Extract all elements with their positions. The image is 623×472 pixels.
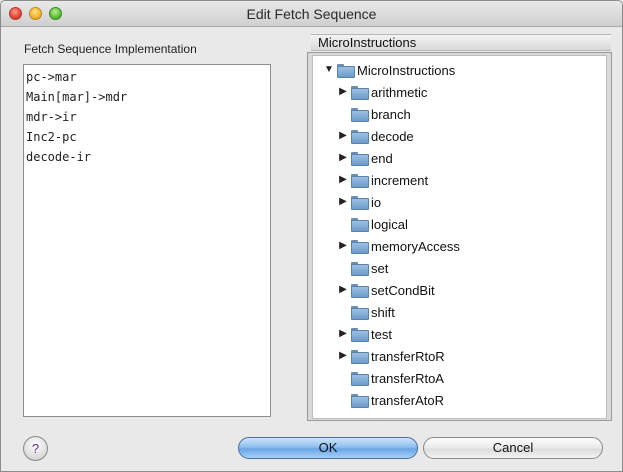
disclosure-triangle-collapsed-icon[interactable]: ▶ xyxy=(337,86,349,98)
tree-node[interactable]: ▶ memoryAccess xyxy=(337,235,460,257)
tree-node[interactable]: transferRtoA xyxy=(337,367,444,389)
microinstructions-header: MicroInstructions xyxy=(311,34,611,51)
folder-icon xyxy=(351,262,369,276)
list-item[interactable]: decode-ir xyxy=(25,147,269,167)
tree-node-label: memoryAccess xyxy=(371,238,460,254)
folder-icon xyxy=(351,372,369,386)
tree-node-label: branch xyxy=(371,106,411,122)
no-disclosure-spacer xyxy=(337,372,349,384)
tree-node-label: shift xyxy=(371,304,395,320)
no-disclosure-spacer xyxy=(337,218,349,230)
folder-icon xyxy=(351,196,369,210)
tree-node-label: arithmetic xyxy=(371,84,428,100)
tree-node-label: end xyxy=(371,150,393,166)
tree-node[interactable]: ▶ decode xyxy=(337,125,414,147)
tree-node[interactable]: ▶ setCondBit xyxy=(337,279,435,301)
help-button[interactable]: ? xyxy=(23,436,48,461)
cancel-button[interactable]: Cancel xyxy=(423,437,603,459)
folder-icon xyxy=(351,350,369,364)
disclosure-triangle-collapsed-icon[interactable]: ▶ xyxy=(337,130,349,142)
tree-node-label: test xyxy=(371,326,392,342)
folder-icon xyxy=(351,108,369,122)
tree-node-label: MicroInstructions xyxy=(357,62,456,78)
tree-node[interactable]: ▶ arithmetic xyxy=(337,81,427,103)
fetch-sequence-label: Fetch Sequence Implementation xyxy=(24,42,197,56)
fetch-sequence-list[interactable]: pc->mar Main[mar]->mdr mdr->ir Inc2-pc d… xyxy=(23,64,271,417)
folder-icon xyxy=(351,130,369,144)
list-item[interactable]: Main[mar]->mdr xyxy=(25,87,269,107)
microinstructions-tree[interactable]: ▼ MicroInstructions ▶ arithmetic branch ▶ de… xyxy=(312,55,607,419)
tree-node-label: setCondBit xyxy=(371,282,435,298)
tree-node-label: transferRtoR xyxy=(371,348,445,364)
list-item[interactable]: Inc2-pc xyxy=(25,127,269,147)
tree-root-node[interactable]: ▼ MicroInstructions xyxy=(323,59,455,81)
tree-node[interactable]: ▶ test xyxy=(337,323,392,345)
tree-node-label: io xyxy=(371,194,382,210)
disclosure-triangle-collapsed-icon[interactable]: ▶ xyxy=(337,284,349,296)
window-title: Edit Fetch Sequence xyxy=(246,6,377,22)
disclosure-triangle-collapsed-icon[interactable]: ▶ xyxy=(337,196,349,208)
list-item[interactable]: mdr->ir xyxy=(25,107,269,127)
folder-icon xyxy=(351,152,369,166)
folder-icon xyxy=(351,240,369,254)
folder-icon xyxy=(351,306,369,320)
list-item[interactable]: pc->mar xyxy=(25,67,269,87)
tree-node[interactable]: ▶ io xyxy=(337,191,381,213)
disclosure-triangle-collapsed-icon[interactable]: ▶ xyxy=(337,174,349,186)
disclosure-triangle-collapsed-icon[interactable]: ▶ xyxy=(337,328,349,340)
no-disclosure-spacer xyxy=(337,394,349,406)
folder-icon xyxy=(351,174,369,188)
folder-icon xyxy=(351,284,369,298)
tree-node-label: transferAtoR xyxy=(371,392,444,408)
tree-node[interactable]: shift xyxy=(337,301,395,323)
folder-icon xyxy=(351,86,369,100)
disclosure-triangle-expanded-icon[interactable]: ▼ xyxy=(323,64,335,76)
folder-icon xyxy=(351,394,369,408)
disclosure-triangle-collapsed-icon[interactable]: ▶ xyxy=(337,240,349,252)
tree-node[interactable]: branch xyxy=(337,103,411,125)
tree-node[interactable]: set xyxy=(337,257,388,279)
tree-node-label: increment xyxy=(371,172,429,188)
tree-node-label: set xyxy=(371,260,389,276)
tree-node[interactable]: ▶ end xyxy=(337,147,393,169)
tree-node[interactable]: ▶ transferRtoR xyxy=(337,345,445,367)
no-disclosure-spacer xyxy=(337,306,349,318)
dialog-window: Edit Fetch Sequence Fetch Sequence Imple… xyxy=(0,0,623,472)
tree-node-label: logical xyxy=(371,216,408,232)
tree-node[interactable]: ▶ increment xyxy=(337,169,428,191)
tree-node-label: decode xyxy=(371,128,414,144)
disclosure-triangle-collapsed-icon[interactable]: ▶ xyxy=(337,350,349,362)
no-disclosure-spacer xyxy=(337,262,349,274)
ok-button[interactable]: OK xyxy=(238,437,418,459)
disclosure-triangle-collapsed-icon[interactable]: ▶ xyxy=(337,152,349,164)
microinstructions-scroll-pane: ▼ MicroInstructions ▶ arithmetic branch ▶ de… xyxy=(307,52,612,421)
folder-icon xyxy=(337,64,355,78)
folder-icon xyxy=(351,328,369,342)
tree-node[interactable]: transferAtoR xyxy=(337,389,444,411)
title-bar[interactable]: Edit Fetch Sequence xyxy=(1,1,622,27)
no-disclosure-spacer xyxy=(337,108,349,120)
tree-node[interactable]: logical xyxy=(337,213,408,235)
tree-node-label: transferRtoA xyxy=(371,370,444,386)
folder-icon xyxy=(351,218,369,232)
